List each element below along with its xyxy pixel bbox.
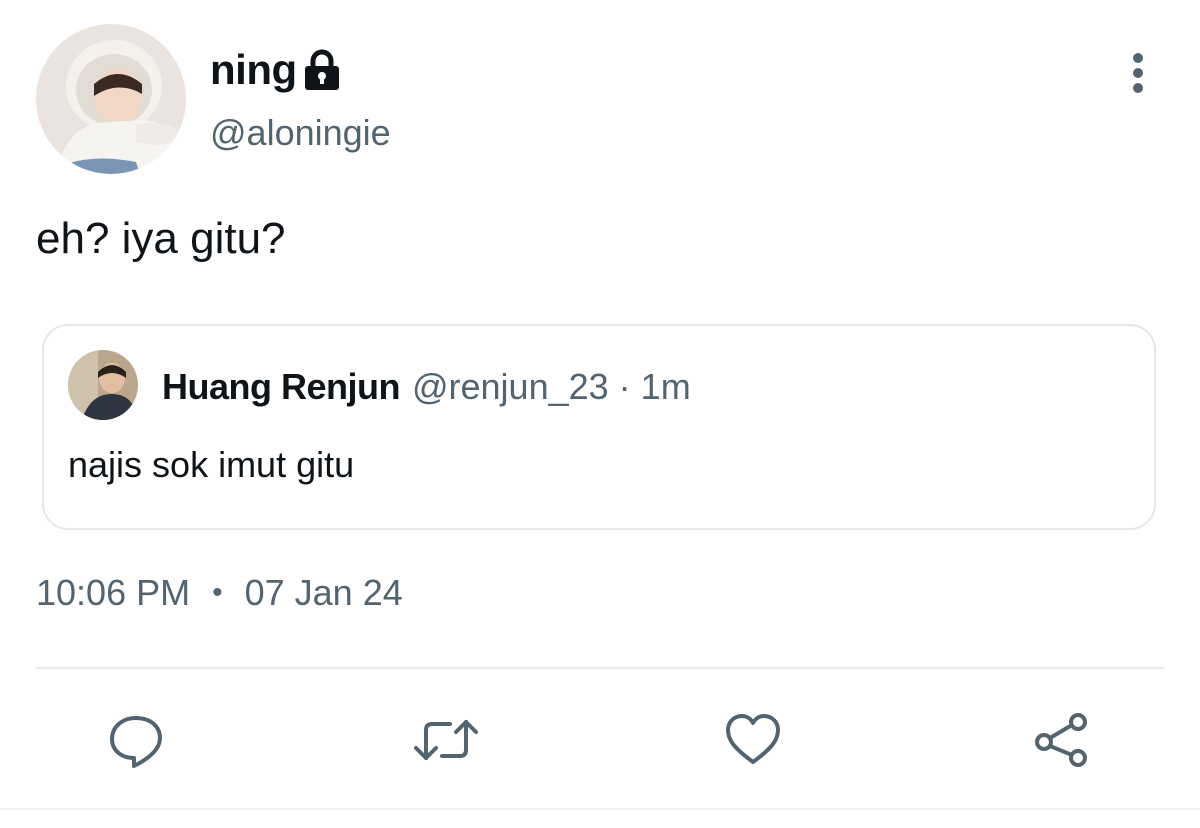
like-button[interactable] <box>724 712 780 768</box>
author-handle[interactable]: @aloningie <box>210 112 391 154</box>
quoted-author-avatar <box>68 350 138 420</box>
lock-icon <box>303 49 341 91</box>
tweet-text: eh? iya gitu? <box>36 214 286 263</box>
retweet-icon <box>414 712 478 768</box>
quoted-time: 1m <box>640 366 691 407</box>
quoted-text: najis sok imut gitu <box>68 444 355 485</box>
divider <box>36 667 1164 669</box>
author-display-name[interactable]: ning <box>210 46 297 94</box>
author-name-row: ning <box>210 42 341 98</box>
quoted-handle: @renjun_23 <box>411 366 609 407</box>
share-icon <box>1034 712 1090 768</box>
reply-button[interactable] <box>108 712 164 768</box>
quoted-separator: · <box>618 366 631 407</box>
share-button[interactable] <box>1034 712 1090 768</box>
quoted-display-name: Huang Renjun <box>162 366 400 407</box>
more-options-icon[interactable] <box>1118 48 1158 98</box>
tweet-time[interactable]: 10:06 PM <box>36 572 190 614</box>
quoted-header: Huang Renjun @renjun_23 · 1m <box>162 366 691 408</box>
like-icon <box>724 712 780 768</box>
quoted-tweet-card[interactable]: Huang Renjun @renjun_23 · 1m najis sok i… <box>42 324 1156 530</box>
timestamp-separator: • <box>212 576 223 609</box>
timestamp-row: 10:06 PM • 07 Jan 24 <box>36 572 403 614</box>
tweet: ning @aloningie eh? iya gitu? Huang Renj… <box>0 0 1200 828</box>
author-avatar[interactable] <box>36 24 186 174</box>
reply-icon <box>108 712 164 768</box>
retweet-button[interactable] <box>414 712 478 768</box>
bottom-divider <box>0 808 1200 810</box>
tweet-date[interactable]: 07 Jan 24 <box>245 572 403 614</box>
